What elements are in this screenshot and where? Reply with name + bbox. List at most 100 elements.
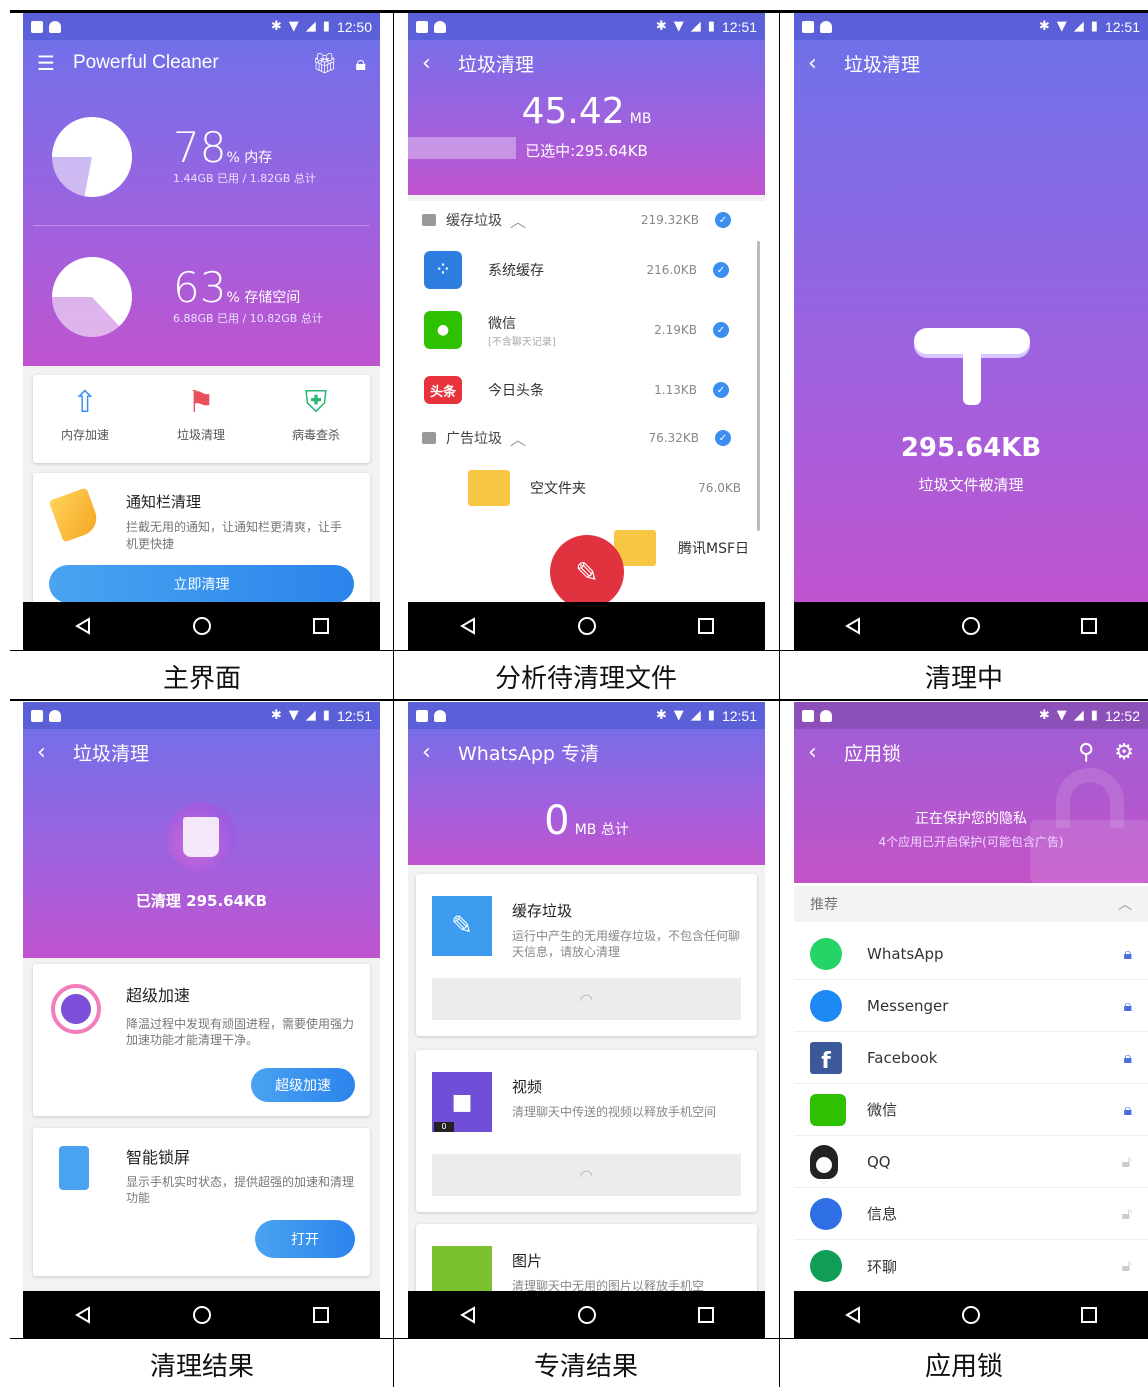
status-bar: ✱ ▼ ◢ ▮ 12:51 — [794, 13, 1148, 40]
junk-item[interactable]: ⁘ 系统缓存 216.0KB ✓ — [408, 245, 765, 295]
lock-open-icon[interactable]: 🔓︎ — [1122, 1204, 1132, 1224]
wifi-icon: ▼ — [288, 708, 299, 723]
check-icon[interactable]: ✓ — [713, 262, 729, 278]
back-nav-icon[interactable] — [448, 1295, 488, 1335]
lock-closed-icon[interactable]: 🔒︎ — [1123, 996, 1132, 1016]
home-nav-icon[interactable] — [567, 1295, 607, 1335]
group-ads[interactable]: 广告垃圾 ︿ 76.32KB ✓ — [408, 425, 765, 451]
system-cache-icon: ⁘ — [424, 251, 462, 289]
image-icon — [31, 20, 43, 33]
group-label: 广告垃圾 — [446, 431, 502, 447]
back-nav-icon[interactable] — [833, 1295, 873, 1335]
lock-closed-icon[interactable]: 🔒︎ — [1123, 1100, 1132, 1120]
back-arrow-icon[interactable]: ‹ — [422, 740, 448, 765]
back-nav-icon[interactable] — [833, 606, 873, 646]
list-item[interactable]: 信息 🔓︎ — [794, 1188, 1148, 1240]
check-icon[interactable]: ✓ — [715, 430, 731, 446]
total-unit: MB 总计 — [574, 822, 629, 838]
cleaned-summary: 已清理 295.64KB — [135, 892, 268, 910]
notify-desc: 拦截无用的通知，让通知栏更清爽，让手机更快捷 — [126, 520, 343, 551]
app-name: QQ — [867, 1152, 891, 1171]
back-arrow-icon[interactable]: ‹ — [808, 51, 834, 76]
lock-open-icon[interactable]: 🔓︎ — [1122, 1256, 1132, 1276]
list-item[interactable]: WhatsApp 🔒︎ — [794, 928, 1148, 980]
lock-icon[interactable]: 🔒︎ — [355, 51, 366, 75]
home-nav-icon[interactable] — [951, 606, 991, 646]
loading-bar: ◠ — [432, 978, 741, 1020]
recents-nav-icon[interactable] — [686, 1295, 726, 1335]
whatsapp-icon — [810, 937, 842, 970]
recents-nav-icon[interactable] — [686, 606, 726, 646]
card-title: 智能锁屏 — [126, 1148, 191, 1167]
check-icon[interactable]: ✓ — [713, 322, 729, 338]
scrollbar[interactable] — [757, 241, 760, 531]
recents-nav-icon[interactable] — [301, 606, 341, 646]
back-arrow-icon[interactable]: ‹ — [37, 740, 63, 765]
clock: 12:51 — [1104, 18, 1140, 35]
whatsapp-total: 0 MB 总计 — [408, 798, 765, 844]
item-size: 2.19KB — [654, 323, 697, 337]
shield-icon: ⛨ — [304, 385, 328, 420]
home-nav-icon[interactable] — [567, 606, 607, 646]
qq-penguin-icon — [810, 1144, 838, 1179]
group-cache[interactable]: 缓存垃圾 ︿ 219.32KB ✓ — [408, 207, 765, 233]
super-boost-button[interactable]: 超级加速 — [251, 1068, 355, 1102]
gift-icon[interactable]: 🎁︎ — [312, 51, 337, 75]
card-desc: 运行中产生的无用缓存垃圾，不包含任何聊天信息，请放心清理 — [512, 929, 741, 959]
grid-vline-2 — [779, 10, 780, 1387]
card-desc: 清理聊天中传送的视频以释放手机空间 — [512, 1105, 717, 1119]
list-item[interactable]: Messenger 🔒︎ — [794, 980, 1148, 1032]
gear-icon[interactable]: ⚙ — [1114, 740, 1134, 765]
notify-title: 通知栏清理 — [126, 493, 202, 511]
list-item[interactable]: 微信 🔒︎ — [794, 1084, 1148, 1136]
list-item[interactable]: QQ 🔓︎ — [794, 1136, 1148, 1188]
junk-item[interactable]: ● 微信 [不含聊天记录] 2.19KB ✓ — [408, 305, 765, 355]
clean-fab[interactable]: ✎ — [550, 535, 624, 609]
home-nav-icon[interactable] — [182, 606, 222, 646]
list-item[interactable]: 环聊 🔓︎ — [794, 1240, 1148, 1292]
check-icon[interactable]: ✓ — [713, 382, 729, 398]
tool-antivirus[interactable]: ⛨ 病毒查杀 — [276, 385, 356, 443]
android-icon — [820, 20, 832, 33]
tools-card: ⇧ 内存加速 ⚑ 垃圾清理 ⛨ 病毒查杀 — [33, 375, 370, 463]
card-title: 超级加速 — [126, 986, 191, 1005]
back-arrow-icon[interactable]: ‹ — [422, 51, 448, 76]
lock-closed-icon[interactable]: 🔒︎ — [1123, 1048, 1132, 1068]
facebook-icon: f — [810, 1041, 842, 1074]
junk-item[interactable]: 空文件夹 76.0KB — [408, 463, 765, 513]
back-nav-icon[interactable] — [63, 606, 103, 646]
home-nav-icon[interactable] — [951, 1295, 991, 1335]
signal-icon: ◢ — [305, 19, 316, 34]
clean-now-button[interactable]: 立即清理 — [49, 565, 354, 603]
open-button[interactable]: 打开 — [255, 1220, 355, 1258]
category-card-cache[interactable]: ✎ 缓存垃圾 运行中产生的无用缓存垃圾，不包含任何聊天信息，请放心清理 ◠ — [416, 874, 757, 1036]
junk-item[interactable]: 头条 今日头条 1.13KB ✓ — [408, 365, 765, 415]
menu-icon[interactable]: ☰ — [37, 51, 55, 75]
battery-icon: ▮ — [1090, 708, 1098, 723]
tool-memory-boost[interactable]: ⇧ 内存加速 — [45, 385, 125, 443]
battery-icon: ▮ — [1090, 19, 1098, 34]
page-title: WhatsApp 专清 — [458, 742, 599, 765]
home-nav-icon[interactable] — [182, 1295, 222, 1335]
check-icon[interactable]: ✓ — [715, 212, 731, 228]
lock-open-icon[interactable]: 🔓︎ — [1122, 1152, 1132, 1172]
lock-closed-icon[interactable]: 🔒︎ — [1123, 944, 1132, 964]
back-arrow-icon[interactable]: ‹ — [808, 740, 834, 765]
list-item[interactable]: f Facebook 🔒︎ — [794, 1032, 1148, 1084]
item-name: 腾讯MSF日 — [678, 541, 750, 557]
item-name: 今日头条 — [488, 383, 544, 399]
category-card-video[interactable]: ■ 0 视频 清理聊天中传送的视频以释放手机空间 ◠ — [416, 1050, 757, 1212]
wifi-icon: ▼ — [673, 708, 684, 723]
section-header[interactable]: 推荐 ︿ — [794, 886, 1148, 922]
back-nav-icon[interactable] — [448, 606, 488, 646]
recents-nav-icon[interactable] — [301, 1295, 341, 1335]
back-nav-icon[interactable] — [63, 1295, 103, 1335]
wifi-icon: ▼ — [673, 19, 684, 34]
brush-handle — [963, 353, 981, 405]
tool-junk-clean[interactable]: ⚑ 垃圾清理 — [161, 385, 241, 443]
card-desc: 显示手机实时状态，提供超强的加速和清理功能 — [126, 1175, 355, 1205]
recents-nav-icon[interactable] — [1069, 606, 1109, 646]
signal-icon: ◢ — [690, 708, 701, 723]
search-icon[interactable]: ⚲ — [1078, 740, 1094, 765]
recents-nav-icon[interactable] — [1069, 1295, 1109, 1335]
